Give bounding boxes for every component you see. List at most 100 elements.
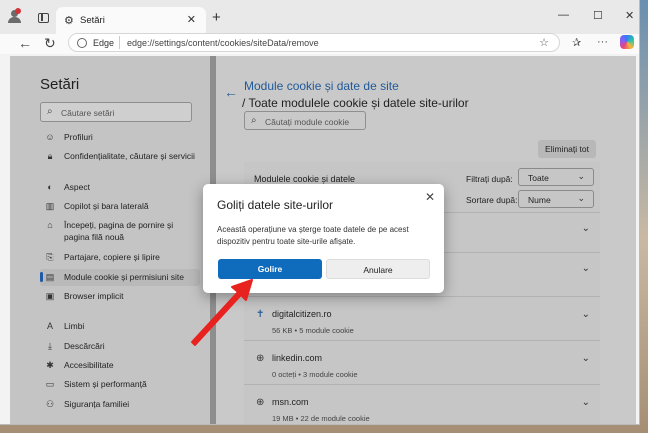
sidebar-item-label: Partajare, copiere și lipire bbox=[64, 252, 160, 262]
sidebar-item-appearance[interactable]: ◐ Aspect bbox=[40, 182, 200, 194]
chevron-down-icon: ⌄ bbox=[577, 193, 585, 203]
sidebar-item-privacy[interactable]: 🔒︎ Confidențialitate, căutare și servici… bbox=[40, 151, 200, 175]
minimize-button[interactable]: — bbox=[558, 9, 569, 21]
sidebar-item-copilot[interactable]: ▥ Copilot și bara laterală bbox=[40, 201, 200, 213]
sidebar-item-label: Confidențialitate, căutare și servicii bbox=[64, 151, 195, 161]
search-icon: ⌕ bbox=[251, 115, 257, 126]
url-text[interactable]: edge://settings/content/cookies/siteData… bbox=[127, 38, 319, 48]
browser-window: ⚙ Setări ✕ + — ☐ ✕ ← ↻ Edge edge://setti… bbox=[0, 0, 640, 425]
site-name: digitalcitizen.ro bbox=[272, 309, 332, 319]
close-icon[interactable]: ✕ bbox=[425, 190, 435, 204]
home-icon: ⌂ bbox=[47, 220, 53, 230]
sidebar-item-label: Descărcări bbox=[64, 341, 105, 351]
sidebar-item-label: Începeți, pagina de pornire și pagina fi… bbox=[64, 220, 174, 242]
sidebar-item-label: Module cookie și permisiuni site bbox=[64, 272, 184, 282]
sort-value: Nume bbox=[528, 195, 551, 205]
performance-icon: ▭ bbox=[45, 379, 55, 389]
window-close-button[interactable]: ✕ bbox=[625, 9, 634, 22]
sidebar-item-downloads[interactable]: ⤓ Descărcări bbox=[40, 341, 200, 353]
page-title: / Toate modulele cookie și datele site-u… bbox=[242, 96, 469, 110]
sidebar-item-family[interactable]: ⚇ Siguranța familiei bbox=[40, 399, 200, 411]
site-name: linkedin.com bbox=[272, 353, 323, 363]
sidebar-item-label: Siguranța familiei bbox=[64, 399, 130, 409]
sidebar-item-label: Copilot și bara laterală bbox=[64, 201, 149, 211]
search-placeholder: Căutare setări bbox=[61, 108, 115, 118]
list-item[interactable]: ⊕ linkedin.com 0 octeți • 3 module cooki… bbox=[244, 340, 600, 384]
maximize-button[interactable]: ☐ bbox=[593, 9, 603, 22]
edge-logo-icon bbox=[77, 38, 87, 48]
site-meta: 0 octeți • 3 module cookie bbox=[272, 370, 358, 379]
globe-icon: ⊕ bbox=[256, 397, 265, 408]
sidebar-title: Setări bbox=[40, 76, 80, 93]
accessibility-icon: ✱ bbox=[46, 360, 54, 370]
tab-close-button[interactable]: ✕ bbox=[187, 13, 196, 26]
title-bar: ⚙ Setări ✕ + — ☐ ✕ bbox=[0, 0, 639, 34]
url-field[interactable]: Edge edge://settings/content/cookies/sit… bbox=[68, 33, 560, 52]
back-arrow-icon[interactable]: ← bbox=[18, 35, 32, 51]
url-separator bbox=[119, 36, 120, 49]
sort-select[interactable]: Nume ⌄ bbox=[518, 190, 594, 208]
sidebar-item-share[interactable]: ⎘ Partajare, copiere și lipire bbox=[40, 252, 200, 264]
filter-select[interactable]: Toate ⌄ bbox=[518, 168, 594, 186]
site-meta: 19 MB • 22 de module cookie bbox=[272, 414, 370, 423]
sidebar-item-accessibility[interactable]: ✱ Accesibilitate bbox=[40, 360, 200, 372]
cancel-button[interactable]: Anulare bbox=[326, 259, 430, 279]
sidebar-item-label: Browser implicit bbox=[64, 291, 124, 301]
sort-label: Sortare după: bbox=[466, 195, 518, 205]
filter-value: Toate bbox=[528, 173, 549, 183]
globe-icon: ⊕ bbox=[256, 353, 265, 364]
sidebar-item-label: Aspect bbox=[64, 182, 90, 192]
breadcrumb-link[interactable]: Module cookie și date de site bbox=[244, 79, 399, 93]
cookie-search-input[interactable]: ⌕ Căutați module cookie bbox=[244, 111, 366, 130]
sidebar-item-profiles[interactable]: ☺ Profiluri bbox=[40, 132, 200, 144]
more-menu-icon[interactable]: ··· bbox=[597, 36, 608, 48]
list-item[interactable]: ✝ digitalcitizen.ro 56 KB • 5 module coo… bbox=[244, 296, 600, 340]
settings-sidebar: Setări ⌕ Căutare setări ☺ Profiluri 🔒︎ C… bbox=[10, 56, 210, 424]
list-item[interactable]: ⊕ msn.com 19 MB • 22 de module cookie ⌄ bbox=[244, 384, 600, 424]
chevron-down-icon[interactable]: ⌄ bbox=[582, 397, 590, 408]
sidebar-item-languages[interactable]: A Limbi bbox=[40, 321, 200, 333]
new-tab-button[interactable]: + bbox=[212, 9, 221, 26]
language-icon: A bbox=[46, 321, 53, 331]
site-label: Edge bbox=[93, 38, 115, 48]
sidebar-item-label: Profiluri bbox=[64, 132, 93, 142]
share-icon: ⎘ bbox=[46, 252, 54, 262]
chevron-down-icon[interactable]: ⌄ bbox=[582, 223, 590, 234]
site-meta: 56 KB • 5 module cookie bbox=[272, 326, 354, 335]
download-icon: ⤓ bbox=[48, 341, 52, 351]
palette-icon: ◐ bbox=[47, 182, 53, 192]
refresh-icon[interactable]: ↻ bbox=[44, 35, 56, 52]
sidebar-item-label: Accesibilitate bbox=[64, 360, 114, 370]
list-header: Modulele cookie și datele bbox=[254, 174, 356, 184]
browser-icon: ▣ bbox=[45, 291, 55, 301]
chevron-down-icon[interactable]: ⌄ bbox=[582, 263, 590, 274]
cookie-icon: ▤ bbox=[45, 272, 55, 282]
settings-search-input[interactable]: ⌕ Căutare setări bbox=[40, 102, 192, 122]
sidebar-item-default-browser[interactable]: ▣ Browser implicit bbox=[40, 291, 200, 303]
filter-label: Filtrați după: bbox=[466, 174, 513, 184]
favorite-star-icon[interactable]: ☆ bbox=[539, 36, 549, 49]
family-icon: ⚇ bbox=[45, 399, 55, 409]
chevron-down-icon[interactable]: ⌄ bbox=[582, 309, 590, 320]
tab-settings[interactable]: ⚙ Setări ✕ bbox=[56, 7, 206, 34]
search-icon: ⌕ bbox=[47, 106, 53, 117]
chevron-down-icon[interactable]: ⌄ bbox=[582, 353, 590, 364]
lock-icon: 🔒︎ bbox=[47, 151, 53, 161]
remove-all-button[interactable]: Eliminați tot bbox=[538, 140, 596, 158]
profile-icon: ☺ bbox=[45, 132, 55, 142]
favorites-icon[interactable]: ✰ bbox=[572, 36, 581, 49]
sidebar-item-system[interactable]: ▭ Sistem și performanță bbox=[40, 379, 200, 391]
copilot-icon[interactable] bbox=[620, 35, 634, 49]
tab-label: Setări bbox=[80, 15, 105, 26]
tab-actions-icon[interactable] bbox=[38, 13, 49, 23]
profile-icon[interactable] bbox=[8, 8, 22, 24]
annotation-arrow-icon bbox=[191, 279, 253, 346]
sidebar-item-label: Limbi bbox=[64, 321, 85, 331]
address-bar: ← ↻ Edge edge://settings/content/cookies… bbox=[0, 33, 639, 54]
search-placeholder: Căutați module cookie bbox=[265, 117, 350, 127]
site-name: msn.com bbox=[272, 397, 309, 407]
sidebar-item-label: Sistem și performanță bbox=[64, 379, 147, 389]
back-arrow-icon[interactable]: ← bbox=[224, 84, 238, 100]
sidebar-item-start-page[interactable]: ⌂ Începeți, pagina de pornire și pagina … bbox=[40, 220, 200, 244]
sidebar-item-cookies[interactable]: ▤ Module cookie și permisiuni site bbox=[40, 269, 200, 286]
